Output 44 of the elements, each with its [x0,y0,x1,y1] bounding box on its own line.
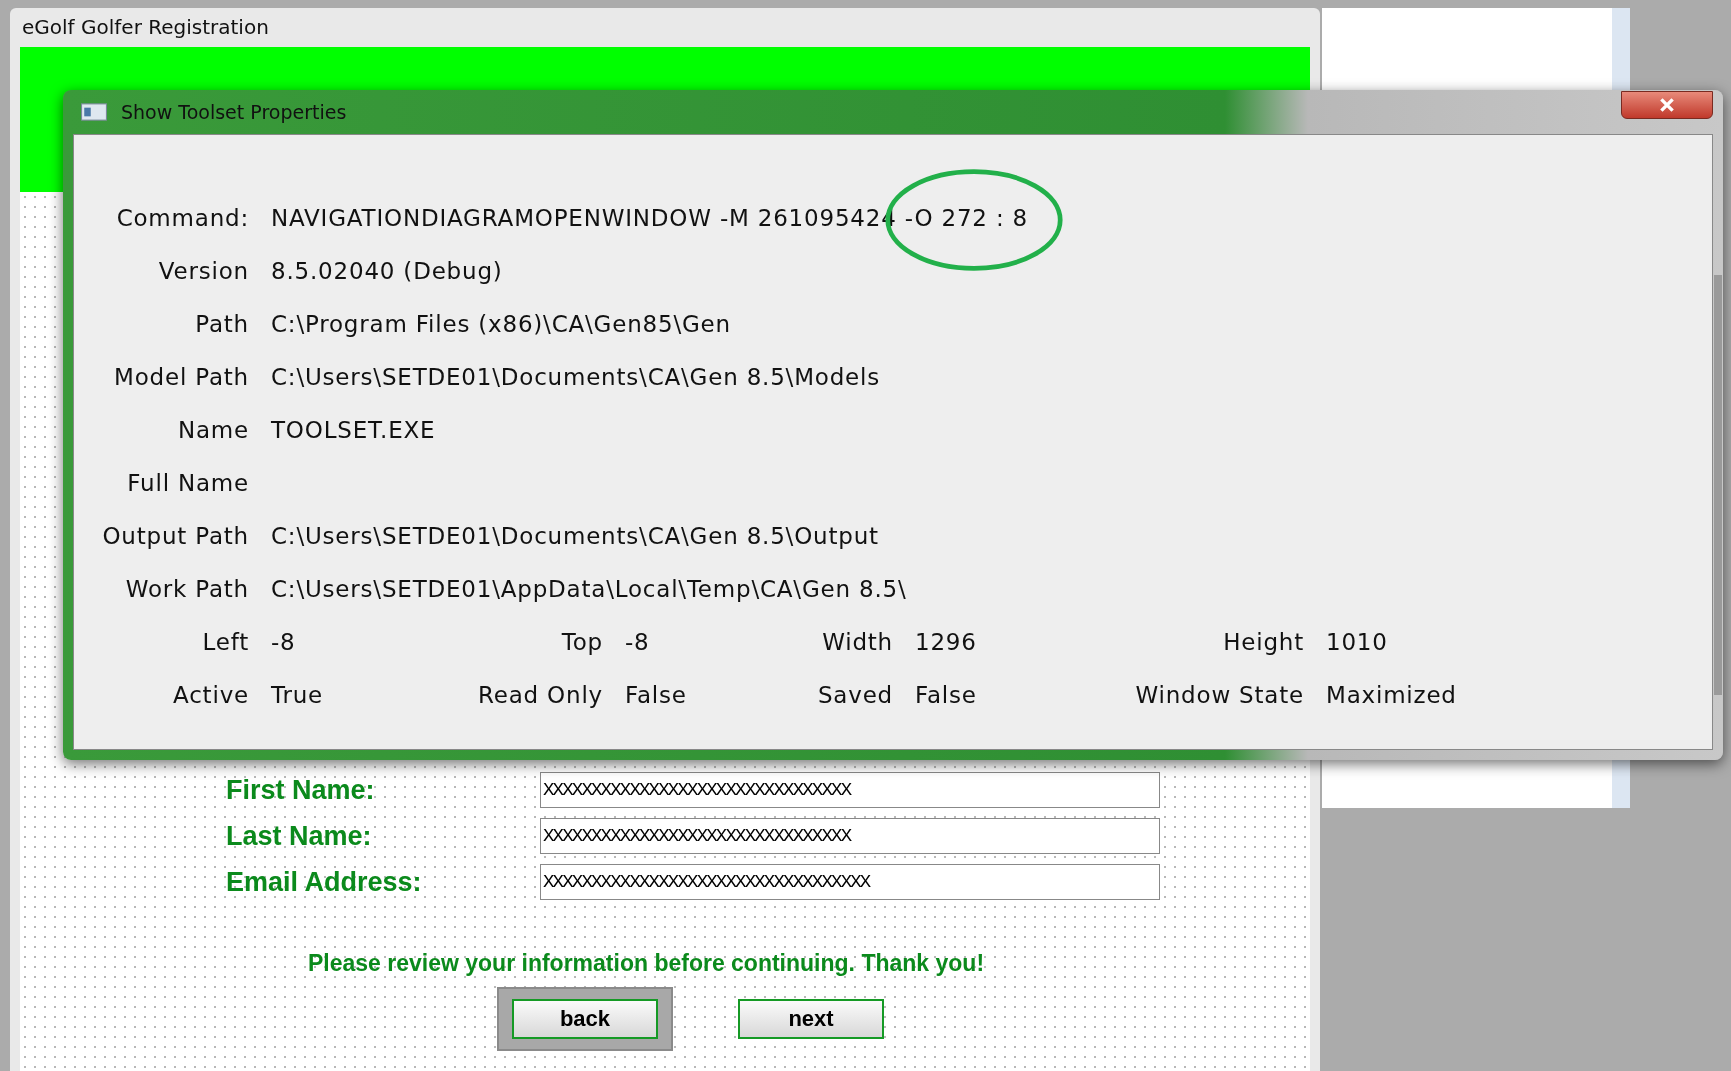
property-label: Command: [115,205,249,233]
property-value: 1010 [1326,629,1389,657]
property-label: Model Path [113,364,249,392]
property-label: Version [157,258,249,286]
property-value: False [625,682,688,710]
window-icon [81,103,107,121]
close-icon [1658,98,1676,112]
property-label: Active [172,682,249,710]
property-label: Top [561,629,603,657]
property-value: C:\Users\SETDE01\AppData\Local\Temp\CA\Gen 8.5\ [271,576,907,602]
property-value: 8.5.02040 (Debug) [271,258,503,284]
property-value: -8 [625,629,651,657]
property-label: Height [1222,629,1304,657]
property-label: Left [201,629,249,657]
input-field[interactable]: XXXXXXXXXXXXXXXXXXXXXXXXXXXXXXXXXX [540,864,1160,900]
property-value: 1296 [915,629,978,657]
property-value: Maximized [1326,682,1458,710]
property-label: Full Name [126,470,249,498]
property-value: C:\Users\SETDE01\Documents\CA\Gen 8.5\Models [271,364,880,390]
window-title: eGolf Golfer Registration [21,14,270,41]
property-label: Saved [816,682,893,710]
close-button[interactable] [1621,91,1713,119]
property-label: Work Path [124,576,249,604]
property-value: False [915,682,978,710]
property-value: -8 [271,629,297,657]
property-value: True [271,682,325,710]
property-value: TOOLSET.EXE [271,417,436,443]
property-value: C:\Program Files (x86)\CA\Gen85\Gen [271,311,731,337]
field-label: Email Address: [226,866,423,898]
input-field[interactable]: XXXXXXXXXXXXXXXXXXXXXXXXXXXXXXXX [540,772,1160,808]
review-message: Please review your information before continuing. Thank you! [308,950,985,977]
property-label: Output Path [101,523,249,551]
property-label: Name [176,417,249,445]
nav-button[interactable]: next [738,999,884,1039]
field-label: First Name: [226,774,376,806]
nav-button[interactable]: back [512,999,658,1039]
property-label: Read Only [478,682,603,710]
property-label: Width [821,629,893,657]
property-label: Window State [1134,682,1304,710]
property-value: C:\Users\SETDE01\Documents\CA\Gen 8.5\Output [271,523,879,549]
dialog-title: Show Toolset Properties [121,101,348,123]
input-field[interactable]: XXXXXXXXXXXXXXXXXXXXXXXXXXXXXXXX [540,818,1160,854]
property-label: Path [194,311,249,339]
field-label: Last Name: [226,820,373,852]
